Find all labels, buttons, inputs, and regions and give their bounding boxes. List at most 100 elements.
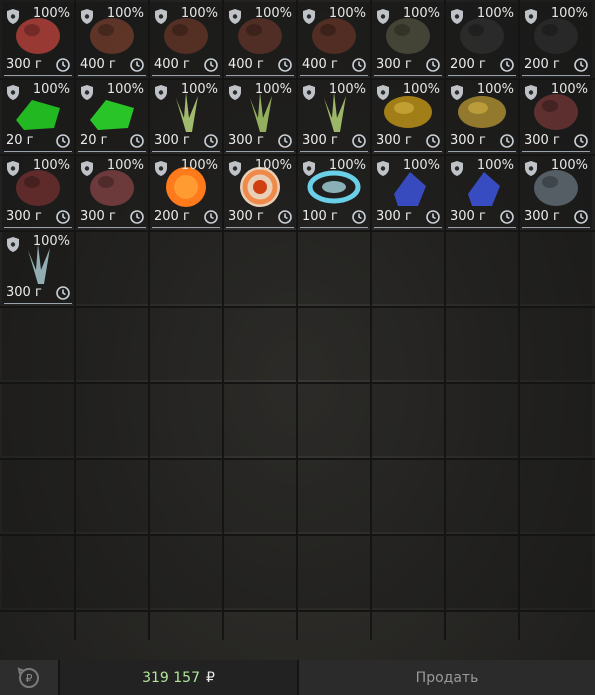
item-amount: 400 г <box>228 57 264 72</box>
durability-percent: 100% <box>328 158 366 173</box>
inventory-slot[interactable]: 100% 300 г <box>372 78 444 152</box>
refresh-button[interactable]: ₽ <box>0 660 60 695</box>
empty-slot[interactable] <box>372 534 444 608</box>
item-amount: 200 г <box>450 57 486 72</box>
empty-slot[interactable] <box>76 230 148 304</box>
inventory-slot[interactable]: 100% 300 г <box>224 78 296 152</box>
ruble-refresh-icon: ₽ <box>17 666 39 688</box>
empty-slot[interactable] <box>298 306 370 380</box>
item-amount: 400 г <box>154 57 190 72</box>
durability-percent: 100% <box>254 6 292 21</box>
inventory-slot[interactable]: 100% 300 г <box>150 78 222 152</box>
slot-underline <box>300 151 368 152</box>
inventory-slot[interactable]: 100% 200 г <box>520 2 592 76</box>
inventory-slot[interactable]: 100% 300 г <box>520 78 592 152</box>
inventory-slot[interactable]: 100% 300 г <box>446 78 518 152</box>
durability-percent: 100% <box>550 82 588 97</box>
empty-slot[interactable] <box>150 458 222 532</box>
empty-slot[interactable] <box>372 306 444 380</box>
slot-underline <box>448 75 516 76</box>
inventory-slot[interactable]: 100% 400 г <box>76 2 148 76</box>
empty-slot[interactable] <box>298 382 370 456</box>
empty-slot[interactable] <box>150 534 222 608</box>
empty-slot[interactable] <box>2 382 74 456</box>
inventory-slot[interactable]: 100% 20 г <box>2 78 74 152</box>
durability-percent: 100% <box>106 6 144 21</box>
empty-slot[interactable] <box>298 534 370 608</box>
empty-slot[interactable] <box>224 534 296 608</box>
durability-percent: 100% <box>402 158 440 173</box>
slot-underline <box>78 151 146 152</box>
empty-slot[interactable] <box>298 230 370 304</box>
empty-slot[interactable] <box>446 458 518 532</box>
item-amount: 300 г <box>376 209 412 224</box>
empty-slot[interactable] <box>224 230 296 304</box>
empty-slot[interactable] <box>298 458 370 532</box>
empty-slot[interactable] <box>446 306 518 380</box>
empty-slot[interactable] <box>372 230 444 304</box>
inventory-slot[interactable]: 100% 400 г <box>298 2 370 76</box>
empty-slot[interactable] <box>372 382 444 456</box>
inventory-grid: 100% 300 г 100% 400 г 100% 400 г 100% 400 г 100%… <box>0 0 595 640</box>
sell-button[interactable]: Продать <box>297 660 595 695</box>
empty-slot[interactable] <box>150 382 222 456</box>
empty-slot[interactable] <box>446 230 518 304</box>
inventory-slot[interactable]: 100% 300 г <box>2 154 74 228</box>
empty-slot[interactable] <box>446 382 518 456</box>
inventory-slot[interactable]: 100% 200 г <box>150 154 222 228</box>
inventory-slot[interactable]: 100% 300 г <box>372 154 444 228</box>
empty-slot[interactable] <box>2 306 74 380</box>
durability-percent: 100% <box>106 158 144 173</box>
inventory-slot[interactable]: 100% 300 г <box>520 154 592 228</box>
item-amount: 20 г <box>80 133 108 148</box>
slot-underline <box>522 227 590 228</box>
inventory-slot[interactable]: 100% 300 г <box>446 154 518 228</box>
inventory-slot[interactable]: 100% 300 г <box>2 230 74 304</box>
inventory-slot[interactable]: 100% 300 г <box>372 2 444 76</box>
empty-slot[interactable] <box>520 306 592 380</box>
empty-slot[interactable] <box>76 306 148 380</box>
slot-underline <box>226 227 294 228</box>
slot-underline <box>374 75 442 76</box>
empty-slot[interactable] <box>224 458 296 532</box>
durability-percent: 100% <box>402 82 440 97</box>
empty-slot[interactable] <box>2 458 74 532</box>
item-amount: 300 г <box>228 209 264 224</box>
durability-percent: 100% <box>476 6 514 21</box>
balance-amount: 319 157 <box>142 669 200 686</box>
inventory-slot[interactable]: 100% 100 г <box>298 154 370 228</box>
empty-slot[interactable] <box>150 230 222 304</box>
footer-bar: ₽ 319 157 ₽ Продать <box>0 660 595 695</box>
money-balance: 319 157 ₽ <box>60 660 297 695</box>
empty-slot[interactable] <box>520 458 592 532</box>
item-amount: 200 г <box>154 209 190 224</box>
empty-slot[interactable] <box>76 534 148 608</box>
inventory-slot[interactable]: 100% 300 г <box>298 78 370 152</box>
empty-slot[interactable] <box>520 534 592 608</box>
item-amount: 20 г <box>6 133 34 148</box>
inventory-slot[interactable]: 100% 300 г <box>224 154 296 228</box>
inventory-slot[interactable]: 100% 200 г <box>446 2 518 76</box>
item-amount: 300 г <box>228 133 264 148</box>
slot-underline <box>374 227 442 228</box>
item-amount: 300 г <box>80 209 116 224</box>
durability-percent: 100% <box>180 6 218 21</box>
empty-slot[interactable] <box>76 382 148 456</box>
item-amount: 300 г <box>6 57 42 72</box>
inventory-slot[interactable]: 100% 300 г <box>2 2 74 76</box>
inventory-slot[interactable]: 100% 20 г <box>76 78 148 152</box>
empty-slot[interactable] <box>520 382 592 456</box>
item-amount: 200 г <box>524 57 560 72</box>
empty-slot[interactable] <box>224 306 296 380</box>
empty-slot[interactable] <box>446 534 518 608</box>
inventory-slot[interactable]: 100% 400 г <box>150 2 222 76</box>
empty-slot[interactable] <box>2 534 74 608</box>
empty-slot[interactable] <box>224 382 296 456</box>
empty-slot[interactable] <box>520 230 592 304</box>
inventory-slot[interactable]: 100% 400 г <box>224 2 296 76</box>
slot-underline <box>448 151 516 152</box>
empty-slot[interactable] <box>76 458 148 532</box>
inventory-slot[interactable]: 100% 300 г <box>76 154 148 228</box>
empty-slot[interactable] <box>150 306 222 380</box>
empty-slot[interactable] <box>372 458 444 532</box>
